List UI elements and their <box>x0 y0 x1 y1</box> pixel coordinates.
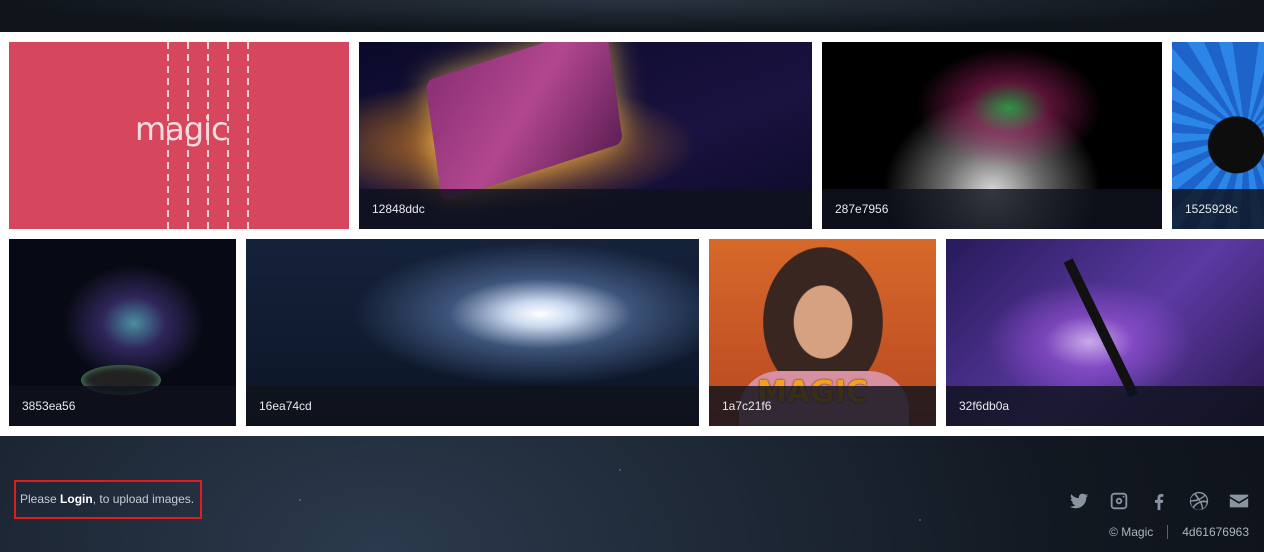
wand-shape <box>1063 258 1139 398</box>
gallery-tile[interactable]: 1525928c <box>1172 42 1264 229</box>
gallery-tile[interactable]: MAGIC 1a7c21f6 <box>709 239 936 426</box>
header-background <box>0 0 1264 32</box>
footer-meta: © Magic 4d61676963 <box>1109 525 1249 539</box>
gallery-tile[interactable]: 32f6db0a <box>946 239 1264 426</box>
tile-caption: 287e7956 <box>822 189 1162 229</box>
tile-caption: 32f6db0a <box>946 386 1264 426</box>
instagram-icon[interactable] <box>1108 490 1130 512</box>
tile-caption: 3853ea56 <box>9 386 236 426</box>
social-links <box>1068 489 1250 513</box>
gallery-tile-magic-typography[interactable]: magic <box>9 42 349 229</box>
tile-caption: 12848ddc <box>359 189 812 229</box>
tile-image: magic <box>9 42 349 229</box>
tile-caption: 1a7c21f6 <box>709 386 936 426</box>
login-suffix: , to upload images. <box>92 492 195 506</box>
envelope-icon[interactable] <box>1228 490 1250 512</box>
gallery-tile[interactable]: 287e7956 <box>822 42 1162 229</box>
copyright-text: © Magic <box>1109 525 1154 539</box>
gallery-tile[interactable]: 12848ddc <box>359 42 812 229</box>
login-prefix: Please <box>20 492 61 506</box>
dribbble-icon[interactable] <box>1188 490 1210 512</box>
twitter-icon[interactable] <box>1068 490 1090 512</box>
divider <box>1167 525 1169 539</box>
facebook-icon[interactable] <box>1148 490 1170 512</box>
tile-caption: 16ea74cd <box>246 386 699 426</box>
gallery-tile[interactable]: 16ea74cd <box>246 239 699 426</box>
login-link[interactable]: Login <box>60 492 93 506</box>
book-shape <box>425 42 623 202</box>
gallery-tile[interactable]: 3853ea56 <box>9 239 236 426</box>
tile-image-word: magic <box>135 110 229 148</box>
login-prompt: Please Login, to upload images. <box>14 480 202 519</box>
tile-caption: 1525928c <box>1172 189 1264 229</box>
version-hash: 4d61676963 <box>1182 525 1249 539</box>
image-gallery: magic 12848ddc 287e7956 1525928c 3853ea5… <box>0 32 1264 436</box>
